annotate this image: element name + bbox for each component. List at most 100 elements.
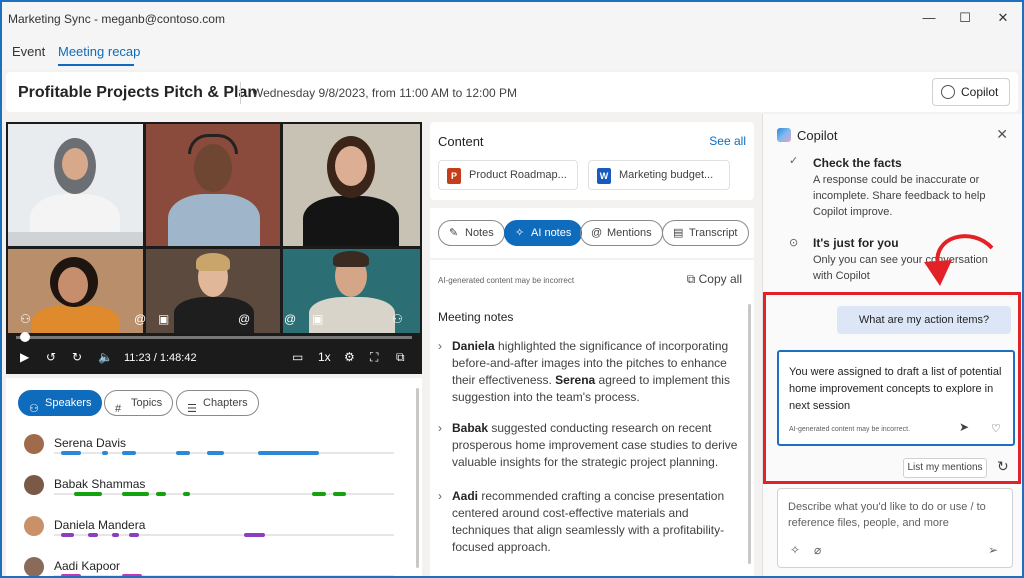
- speaker-name: Daniela Mandera: [54, 518, 146, 532]
- speaking-segment[interactable]: [101, 451, 109, 455]
- volume-icon[interactable]: 🔈: [98, 350, 113, 364]
- speaker-timeline[interactable]: [54, 574, 394, 576]
- forward-icon[interactable]: ↻: [72, 350, 82, 364]
- seek-bar[interactable]: [16, 336, 412, 339]
- speaking-segment[interactable]: [156, 492, 167, 496]
- copilot-button-label: Copilot: [961, 85, 999, 99]
- speaking-segment[interactable]: [332, 492, 347, 496]
- speaking-segment[interactable]: [122, 574, 143, 576]
- tip-heading: Check the facts: [813, 156, 902, 170]
- close-icon[interactable]: ✕: [996, 126, 1008, 143]
- seek-handle[interactable]: [19, 332, 30, 342]
- screen-share-icon[interactable]: ▣: [158, 312, 169, 326]
- avatar: [24, 557, 44, 576]
- speaking-segment[interactable]: [111, 533, 119, 537]
- see-all-link[interactable]: See all: [709, 134, 746, 148]
- speaking-segment[interactable]: [244, 533, 265, 537]
- speaking-segment[interactable]: [312, 492, 326, 496]
- scrollbar[interactable]: [416, 388, 419, 568]
- tab-mentions[interactable]: @ Mentions: [580, 220, 663, 246]
- speaker-timeline[interactable]: [54, 492, 394, 496]
- tab-notes[interactable]: ✎ Notes: [438, 220, 505, 246]
- speaker-timeline[interactable]: [54, 451, 394, 455]
- speaking-segment[interactable]: [258, 451, 320, 455]
- reaction-icon[interactable]: ⚇: [392, 312, 403, 326]
- transcript-icon: ▤: [673, 227, 684, 239]
- meeting-title: Profitable Projects Pitch & Plan: [18, 84, 258, 101]
- thumbs-down-icon[interactable]: ♡: [991, 422, 1001, 435]
- chevron-right-icon[interactable]: ›: [438, 338, 442, 355]
- screen-share-icon[interactable]: ▣: [312, 312, 323, 326]
- player-controls: ▶ ↺ ↻ 🔈 11:23 / 1:48:42 ▭ 1x ⚙ ⛶ ⧉: [6, 346, 422, 370]
- tab-meeting-recap[interactable]: Meeting recap: [58, 44, 140, 59]
- note-item[interactable]: › Daniela highlighted the significance of…: [438, 338, 744, 406]
- sparkle-icon[interactable]: ✧: [790, 543, 800, 557]
- speaking-segment[interactable]: [176, 451, 190, 455]
- video-player[interactable]: ⚇ @ ▣ @ @ ▣ ⚇ ▶ ↺ ↻ 🔈 11:23 / 1:48:42 ▭ …: [6, 122, 422, 374]
- speaker-row[interactable]: Aadi Kapoor: [24, 555, 404, 576]
- copilot-button[interactable]: Copilot: [932, 78, 1010, 106]
- speaking-segment[interactable]: [207, 451, 224, 455]
- speaking-segment[interactable]: [60, 451, 82, 455]
- meeting-notes-panel: AI-generated content may be incorrect ⧉ …: [430, 260, 754, 576]
- tip-body: A response could be inaccurate or incomp…: [813, 174, 986, 218]
- speaking-segment[interactable]: [74, 492, 102, 496]
- speaking-segment[interactable]: [60, 574, 82, 576]
- attach-icon[interactable]: ⌀: [814, 543, 821, 557]
- video-tile: [146, 124, 280, 246]
- compose-box[interactable]: Describe what you'd like to do or use / …: [777, 488, 1013, 568]
- file-chip-product-roadmap[interactable]: P Product Roadmap...: [438, 160, 578, 190]
- popout-icon[interactable]: ⧉: [396, 350, 405, 365]
- tab-chapters[interactable]: ☰ Chapters: [176, 390, 259, 416]
- mention-icon[interactable]: @: [284, 312, 296, 326]
- tab-topics[interactable]: # Topics: [104, 390, 174, 416]
- refresh-icon[interactable]: ↻: [997, 458, 1009, 475]
- tab-event[interactable]: Event: [12, 44, 45, 59]
- speaking-segment[interactable]: [88, 533, 99, 537]
- copilot-response: You were assigned to draft a list of pot…: [777, 350, 1015, 446]
- avatar: [24, 516, 44, 536]
- content-card: Content See all P Product Roadmap... W M…: [430, 122, 754, 200]
- sparkle-icon: ✧: [515, 227, 525, 239]
- file-chip-marketing-budget[interactable]: W Marketing budget...: [588, 160, 730, 190]
- send-icon[interactable]: ➢: [988, 543, 998, 557]
- minimize-button[interactable]: —: [914, 8, 944, 28]
- chevron-right-icon[interactable]: ›: [438, 420, 442, 437]
- list-my-mentions-button[interactable]: List my mentions: [903, 458, 987, 478]
- response-disclaimer: AI-generated content may be incorrect.: [789, 426, 911, 433]
- speaker-row[interactable]: Daniela Mandera: [24, 514, 404, 550]
- tab-speakers[interactable]: ⚇ Speakers: [18, 390, 103, 416]
- tab-transcript[interactable]: ▤ Transcript: [662, 220, 749, 246]
- notes-heading: Meeting notes: [438, 310, 514, 324]
- mention-icon[interactable]: @: [134, 312, 146, 326]
- speaking-segment[interactable]: [183, 492, 190, 496]
- note-item[interactable]: › Aadi recommended crafting a concise pre…: [438, 488, 744, 556]
- speaking-segment[interactable]: [122, 492, 150, 496]
- speaker-row[interactable]: Babak Shammas: [24, 473, 404, 509]
- speaking-segment[interactable]: [60, 533, 75, 537]
- speaking-segment[interactable]: [128, 533, 139, 537]
- close-button[interactable]: ✕: [988, 8, 1018, 28]
- fullscreen-icon[interactable]: ⛶: [370, 350, 378, 365]
- user-message: What are my action items?: [837, 306, 1011, 334]
- title-bar: Marketing Sync - meganb@contoso.com — ☐ …: [2, 2, 1022, 34]
- speaker-row[interactable]: Serena Davis: [24, 432, 404, 468]
- chevron-right-icon[interactable]: ›: [438, 488, 442, 505]
- maximize-button[interactable]: ☐: [950, 8, 980, 28]
- cursor-icon: ➤: [959, 420, 970, 434]
- tab-ai-notes[interactable]: ✧ AI notes: [504, 220, 583, 246]
- copy-all-button[interactable]: ⧉ Copy all: [687, 272, 742, 287]
- note-item[interactable]: › Babak suggested conducting research on …: [438, 420, 744, 471]
- settings-icon[interactable]: ⚙: [344, 350, 355, 364]
- scrollbar[interactable]: [748, 304, 751, 564]
- rewind-icon[interactable]: ↺: [46, 350, 56, 364]
- speaking-segment[interactable]: [122, 451, 136, 455]
- play-icon[interactable]: ▶: [20, 350, 29, 364]
- video-tile: [8, 124, 143, 246]
- playback-time: 11:23 / 1:48:42: [124, 352, 197, 364]
- playback-speed[interactable]: 1x: [318, 350, 331, 364]
- reaction-icon[interactable]: ⚇: [20, 312, 31, 326]
- captions-icon[interactable]: ▭: [292, 350, 303, 364]
- speaker-timeline[interactable]: [54, 533, 394, 537]
- mention-icon[interactable]: @: [238, 312, 250, 326]
